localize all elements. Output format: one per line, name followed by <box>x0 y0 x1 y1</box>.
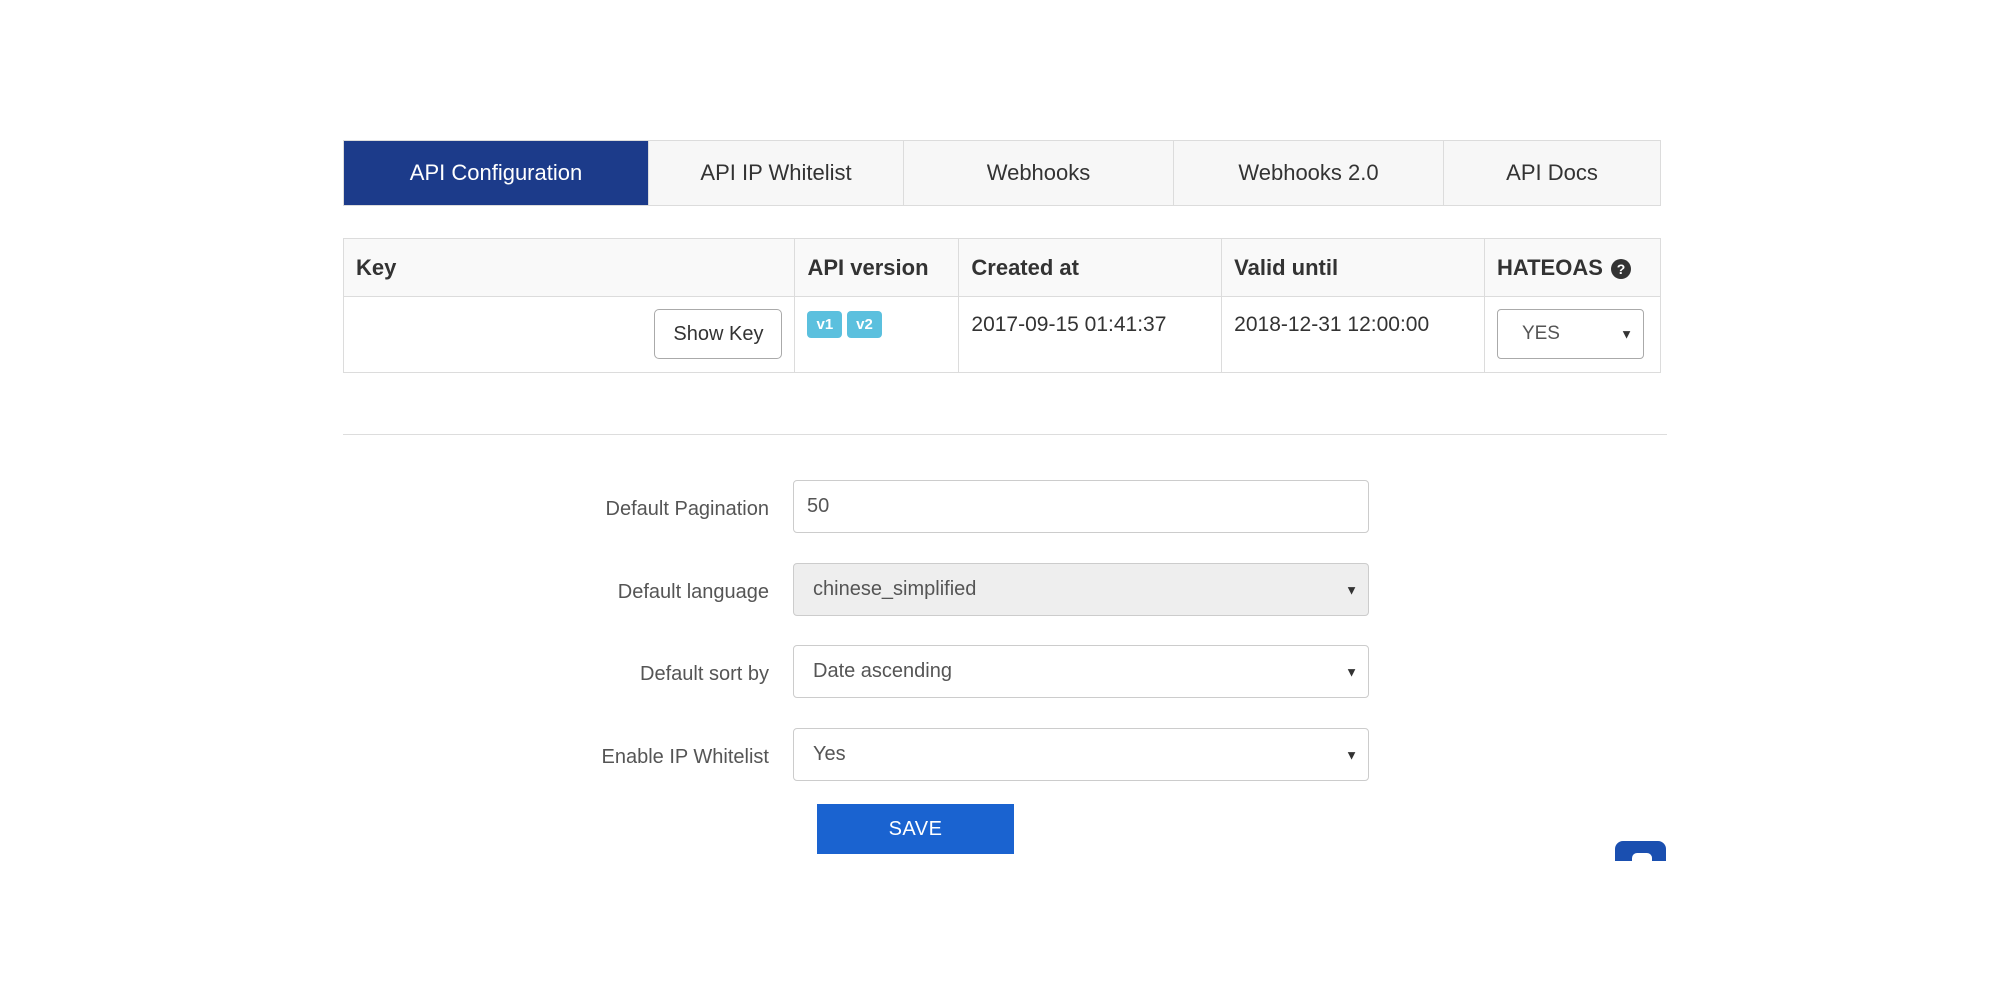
language-row: Default language chinese_simplified ▼ <box>560 563 1392 616</box>
api-tabs: API Configuration API IP Whitelist Webho… <box>343 140 1661 206</box>
table-header-row: Key API version Created at Valid until H… <box>342 238 1662 297</box>
hateoas-select[interactable]: YES ▼ <box>1496 309 1644 359</box>
header-hateoas: HATEOAS ? <box>1483 238 1662 297</box>
chat-widget-button[interactable] <box>1615 841 1666 861</box>
api-version-cell: v1 v2 <box>794 296 960 373</box>
created-at-cell: 2017-09-15 01:41:37 <box>958 296 1223 373</box>
chat-bubble-icon <box>1632 853 1652 861</box>
header-valid-until: Valid until <box>1221 238 1485 297</box>
key-cell: Show Key <box>342 296 796 373</box>
sort-by-label: Default sort by <box>640 663 769 685</box>
tab-api-ip-whitelist[interactable]: API IP Whitelist <box>648 141 903 205</box>
pagination-input-value: 50 <box>807 495 830 517</box>
question-circle-icon[interactable]: ? <box>1611 258 1632 279</box>
table-row: Show Key v1 v2 2017-09-15 01:41:37 2018-1… <box>342 296 1662 373</box>
pagination-label: Default Pagination <box>605 498 769 520</box>
language-select-value: chinese_simplified <box>813 578 977 600</box>
language-label: Default language <box>617 581 769 603</box>
tab-webhooks[interactable]: Webhooks <box>903 141 1173 205</box>
header-created-at: Created at <box>958 238 1223 297</box>
caret-down-icon: ▼ <box>1620 326 1633 342</box>
language-select[interactable]: chinese_simplified ▼ <box>793 563 1369 616</box>
version-badge-v1: v1 <box>807 311 843 338</box>
pagination-row: Default Pagination 50 <box>560 480 1392 533</box>
caret-down-icon: ▼ <box>1345 747 1358 762</box>
api-key-table: Key API version Created at Valid until H… <box>342 238 1662 373</box>
header-api-version: API version <box>794 238 960 297</box>
section-divider <box>343 434 1667 435</box>
version-badge-v2: v2 <box>847 311 882 338</box>
caret-down-icon: ▼ <box>1345 582 1358 597</box>
hateoas-cell: YES ▼ <box>1483 296 1662 373</box>
header-hateoas-label: HATEOAS <box>1496 254 1603 280</box>
hateoas-select-value: YES <box>1521 323 1560 344</box>
valid-until-cell: 2018-12-31 12:00:00 <box>1221 296 1485 373</box>
sort-by-select[interactable]: Date ascending ▼ <box>793 645 1369 698</box>
tab-api-configuration[interactable]: API Configuration <box>344 141 648 205</box>
caret-down-icon: ▼ <box>1345 664 1358 679</box>
ip-whitelist-row: Enable IP Whitelist Yes ▼ <box>560 728 1392 781</box>
ip-whitelist-select[interactable]: Yes ▼ <box>793 728 1369 781</box>
tab-webhooks-2[interactable]: Webhooks 2.0 <box>1173 141 1443 205</box>
tab-api-docs[interactable]: API Docs <box>1443 141 1660 205</box>
header-key: Key <box>342 238 796 297</box>
show-key-button[interactable]: Show Key <box>654 309 783 359</box>
save-button[interactable]: SAVE <box>817 804 1014 854</box>
api-settings-page: API Configuration API IP Whitelist Webho… <box>0 0 1990 989</box>
pagination-input[interactable]: 50 <box>793 480 1369 533</box>
sort-by-select-value: Date ascending <box>813 660 952 682</box>
sort-by-row: Default sort by Date ascending ▼ <box>560 645 1392 698</box>
ip-whitelist-label: Enable IP Whitelist <box>601 746 770 768</box>
ip-whitelist-select-value: Yes <box>813 743 846 765</box>
